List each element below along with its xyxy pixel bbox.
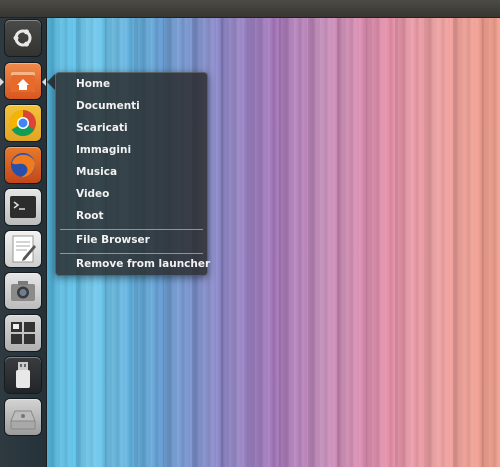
quicklist-item-musica[interactable]: Musica [76, 166, 117, 178]
text-editor-icon [12, 235, 36, 263]
workspaces-icon [11, 322, 35, 344]
quicklist-separator [60, 253, 203, 254]
trash-launcher[interactable] [5, 399, 41, 435]
home-folder-icon [11, 72, 35, 92]
trash-icon [10, 410, 36, 430]
quicklist-item-immagini[interactable]: Immagini [76, 144, 131, 156]
terminal-icon [10, 196, 36, 218]
workspace-switcher-launcher[interactable] [5, 315, 41, 351]
ubuntu-logo-icon [13, 29, 32, 47]
quicklist-item-scaricati[interactable]: Scaricati [76, 122, 128, 134]
usb-drive-launcher[interactable] [5, 357, 41, 393]
firefox-icon [11, 153, 35, 178]
quicklist-item-root[interactable]: Root [76, 210, 104, 222]
quicklist-separator [60, 229, 203, 230]
camera-icon [11, 281, 35, 301]
terminal-launcher[interactable] [5, 189, 41, 225]
running-indicator [0, 78, 4, 86]
dash-button[interactable] [5, 20, 41, 56]
quicklist-item-documenti[interactable]: Documenti [76, 100, 140, 112]
focused-indicator [42, 78, 46, 86]
quicklist-item-home[interactable]: Home [76, 78, 110, 90]
text-editor-launcher[interactable] [5, 231, 41, 267]
quicklist-item-remove-from-launcher[interactable]: Remove from launcher [76, 258, 210, 270]
screenshot-launcher[interactable] [5, 273, 41, 309]
top-panel [0, 0, 500, 18]
quicklist-item-file-browser[interactable]: File Browser [76, 234, 150, 246]
usb-drive-icon [16, 362, 30, 388]
launcher [0, 18, 47, 467]
quicklist-item-video[interactable]: Video [76, 188, 109, 200]
quicklist-pointer [47, 74, 55, 90]
home-folder-quicklist: Home Documenti Scaricati Immagini Musica… [55, 72, 210, 276]
home-folder-launcher[interactable] [5, 63, 41, 99]
chrome-icon [9, 109, 36, 137]
firefox-launcher[interactable] [5, 147, 41, 183]
chrome-launcher[interactable] [5, 105, 41, 141]
